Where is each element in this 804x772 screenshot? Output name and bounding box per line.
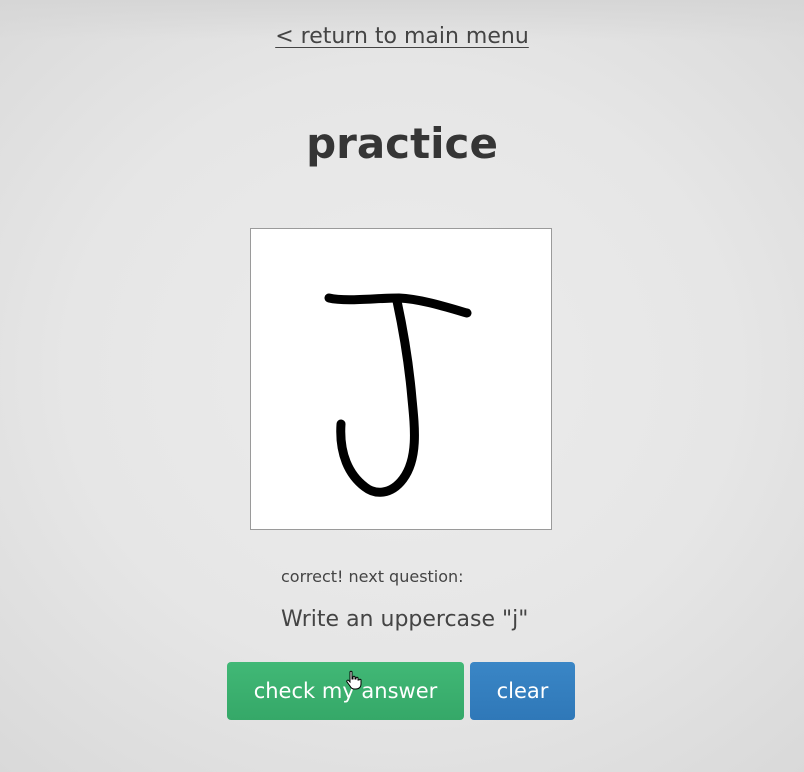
back-link-container: < return to main menu <box>0 22 804 52</box>
clear-button[interactable]: clear <box>470 662 575 720</box>
question-prompt: Write an uppercase "j" <box>281 607 529 632</box>
drawing-canvas[interactable] <box>250 228 552 530</box>
handwritten-letter-drawing <box>324 293 472 497</box>
status-message: correct! next question: <box>281 567 464 586</box>
letter-stem-stroke <box>336 296 419 497</box>
check-answer-button[interactable]: check my answer <box>227 662 464 720</box>
return-to-main-menu-link[interactable]: < return to main menu <box>275 24 529 49</box>
page-title: practice <box>306 119 498 168</box>
